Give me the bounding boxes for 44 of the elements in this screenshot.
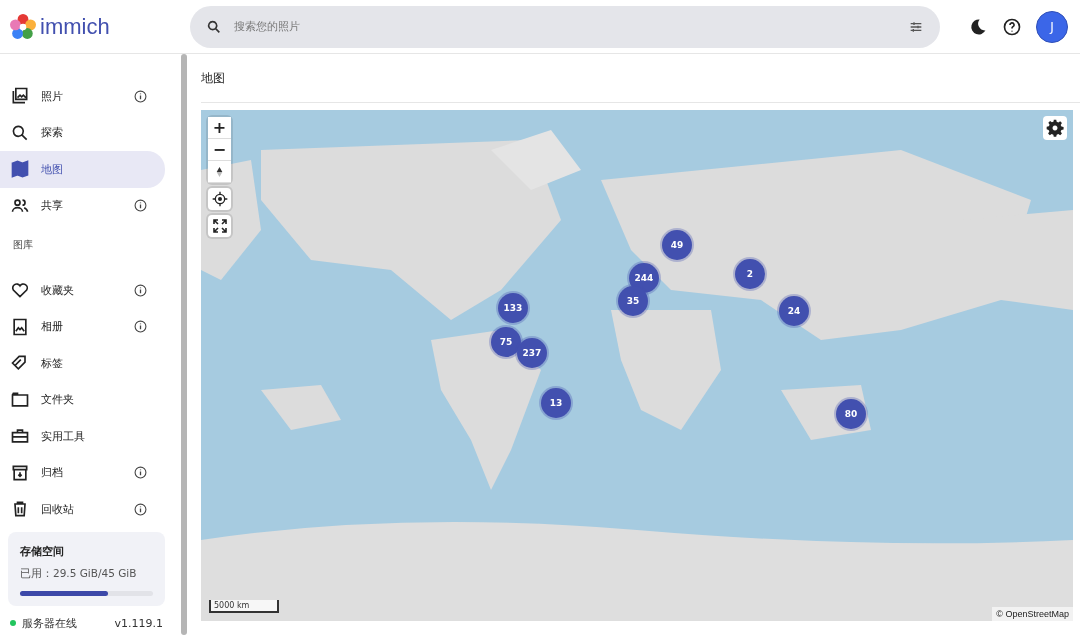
map-attribution[interactable]: © OpenStreetMap	[992, 607, 1073, 621]
info-icon[interactable]	[134, 466, 147, 480]
app-name[interactable]: immich	[40, 13, 110, 40]
info-icon[interactable]	[134, 502, 147, 516]
settings-button[interactable]	[1043, 116, 1067, 140]
page-title: 地图	[201, 54, 1080, 103]
sidebar-item[interactable]: 共享	[0, 187, 165, 224]
sidebar-item[interactable]: 地图	[0, 151, 165, 188]
sidebar-item[interactable]: 标签	[0, 345, 165, 382]
help-icon[interactable]	[1002, 16, 1022, 37]
storage-title: 存储空间	[20, 543, 65, 559]
section-heading: 图库	[12, 238, 34, 252]
sidebar-item[interactable]: 收藏夹	[0, 272, 165, 309]
logo-icon[interactable]	[10, 13, 36, 40]
sidebar-item[interactable]: 相册	[0, 308, 165, 345]
moon-icon[interactable]	[968, 16, 988, 37]
info-icon[interactable]	[134, 283, 147, 297]
sidebar-item[interactable]: 文件夹	[0, 381, 165, 418]
map-icon	[10, 159, 30, 180]
locate-button[interactable]	[208, 188, 231, 210]
sidebar-item[interactable]: 照片	[0, 78, 165, 115]
albums-icon	[10, 316, 30, 337]
server-status: 服务器在线	[22, 615, 78, 631]
sidebar-item[interactable]: 归档	[0, 454, 165, 491]
info-icon[interactable]	[134, 89, 147, 103]
search-field[interactable]: 搜索您的照片	[190, 5, 940, 48]
fullscreen-icon	[211, 218, 228, 234]
gear-icon	[1045, 118, 1065, 138]
scrollbar[interactable]	[181, 54, 187, 635]
photos-icon	[10, 86, 30, 107]
scale-bar: 5000 km	[209, 600, 279, 613]
fullscreen-button[interactable]	[208, 215, 231, 237]
sidebar-item[interactable]: 回收站	[0, 491, 165, 528]
sidebar-item[interactable]: 实用工具	[0, 418, 165, 455]
search-icon	[206, 18, 222, 35]
sidebar-item[interactable]: 探索	[0, 114, 165, 151]
user-avatar[interactable]: J	[1036, 10, 1068, 43]
zoom-in-button[interactable]: +	[208, 117, 231, 139]
info-icon[interactable]	[134, 199, 147, 213]
storage-usage: 已用：29.5 GiB/45 GiB	[20, 566, 138, 581]
info-icon[interactable]	[134, 320, 147, 334]
compass-icon	[216, 165, 223, 178]
locate-icon	[211, 191, 228, 207]
version-label: v1.119.1	[114, 616, 163, 630]
